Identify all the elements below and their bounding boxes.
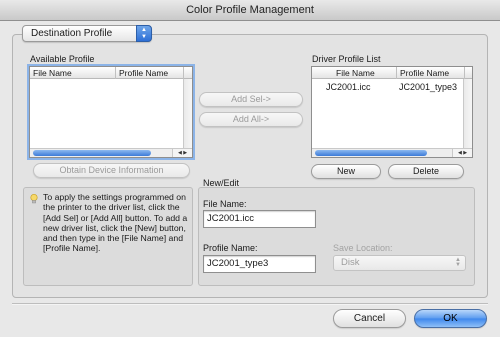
horizontal-scrollbar[interactable]: ◀ ▶	[312, 148, 472, 157]
scroll-arrows-icon[interactable]: ◀ ▶	[452, 149, 472, 157]
delete-button[interactable]: Delete	[388, 164, 464, 179]
divider	[12, 304, 488, 305]
driver-profile-list-label: Driver Profile List	[312, 54, 381, 64]
file-name-label: File Name:	[203, 199, 247, 209]
vertical-scrollbar[interactable]	[183, 79, 192, 148]
obtain-device-information-button[interactable]: Obtain Device Information	[33, 163, 190, 178]
updown-arrows-icon: ▲ ▼	[455, 257, 461, 268]
available-profile-list[interactable]: File Name Profile Name ◀ ▶	[29, 66, 193, 158]
help-text: To apply the settings programmed on the …	[43, 192, 188, 254]
save-location-label: Save Location:	[333, 243, 393, 253]
list-header: File Name Profile Name	[30, 67, 192, 79]
updown-arrows-icon: ▲ ▼	[136, 25, 152, 42]
add-all-button[interactable]: Add All->	[199, 112, 303, 127]
scroll-thumb[interactable]	[315, 150, 427, 156]
horizontal-scrollbar[interactable]: ◀ ▶	[30, 148, 192, 157]
row-file-name[interactable]: JC2001.icc	[326, 82, 371, 92]
profile-type-value: Destination Profile	[31, 28, 113, 39]
profile-type-popup[interactable]: Destination Profile ▲ ▼	[22, 25, 152, 42]
scroll-thumb[interactable]	[33, 150, 151, 156]
column-header-profile-name[interactable]: Profile Name	[116, 67, 184, 79]
column-header-file-name[interactable]: File Name	[312, 67, 397, 79]
scroll-arrows-icon[interactable]: ◀ ▶	[172, 149, 192, 157]
list-header: File Name Profile Name	[312, 67, 472, 79]
window-title: Color Profile Management	[0, 0, 500, 21]
new-button[interactable]: New	[311, 164, 381, 179]
add-sel-button[interactable]: Add Sel->	[199, 92, 303, 107]
profile-name-label: Profile Name:	[203, 243, 258, 253]
profile-name-field[interactable]: JC2001_type3	[203, 255, 316, 273]
save-location-select[interactable]: Disk ▲ ▼	[333, 255, 466, 271]
save-location-value: Disk	[341, 257, 360, 268]
vertical-scrollbar[interactable]	[463, 79, 472, 148]
column-header-profile-name[interactable]: Profile Name	[397, 67, 465, 79]
column-header-file-name[interactable]: File Name	[30, 67, 116, 79]
ok-button[interactable]: OK	[414, 309, 487, 328]
file-name-field[interactable]: JC2001.icc	[203, 210, 316, 228]
available-profile-label: Available Profile	[30, 54, 95, 64]
driver-profile-list[interactable]: File Name Profile Name JC2001.icc JC2001…	[311, 66, 473, 158]
lightbulb-icon	[29, 193, 39, 205]
row-profile-name[interactable]: JC2001_type3	[399, 82, 457, 92]
cancel-button[interactable]: Cancel	[333, 309, 406, 328]
